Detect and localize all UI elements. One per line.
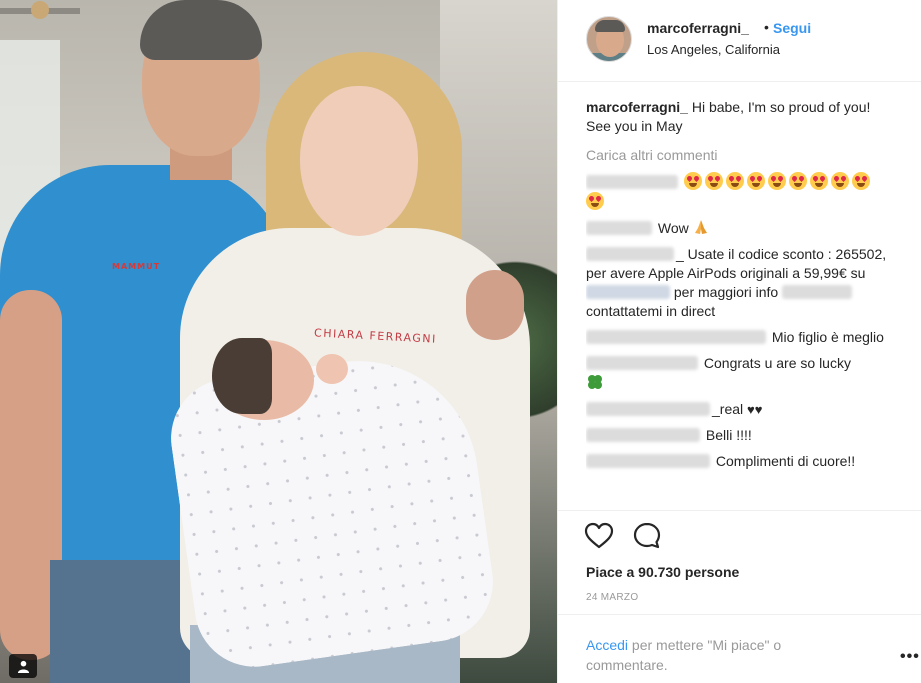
comment-username[interactable] (586, 402, 710, 416)
comments-list[interactable]: marcoferragni_ Hi babe, I'm so proud of … (586, 98, 896, 510)
post-actions: Piace a 90.730 persone 24 MARZO (558, 510, 921, 613)
blurred-text (782, 285, 853, 299)
shirt-logo: MAMMUT (112, 262, 161, 271)
comment-item: Mio figlio è meglio (586, 328, 896, 347)
comment-text: _real (712, 401, 744, 417)
heart-eyes-emoji-icon (683, 172, 702, 190)
heart-eyes-emoji-icon (788, 172, 807, 190)
baby-hair (212, 338, 272, 414)
avatar-hair (595, 20, 625, 32)
header-separator: • (764, 19, 769, 35)
comment-username[interactable] (586, 175, 678, 189)
post-sidebar: marcoferragni_ • Segui Los Angeles, Cali… (557, 0, 921, 683)
heart-outline-icon[interactable] (584, 521, 614, 551)
person-icon (17, 660, 29, 673)
comment-username[interactable] (586, 356, 698, 370)
blurred-mention[interactable] (586, 285, 670, 299)
comment-text-continued: per maggiori info (673, 284, 779, 300)
comment-item: _ Usate il codice sconto : 265502, per a… (586, 245, 896, 321)
comment-username[interactable] (586, 330, 766, 344)
heart-eyes-emoji-icon (746, 172, 765, 190)
follow-button[interactable]: Segui (773, 20, 811, 36)
comment-text-end: contattatemi in direct (586, 303, 716, 319)
heart-eyes-emoji-icon (830, 172, 849, 190)
user-tag-button[interactable] (9, 654, 37, 678)
comment-text: Wow (657, 220, 689, 236)
lamp-fixture (0, 1, 80, 19)
location-link[interactable]: Los Angeles, California (647, 42, 780, 57)
man-jeans (50, 560, 200, 683)
comment-item: Wow (586, 219, 896, 238)
avatar[interactable] (586, 16, 632, 62)
comment-item: _real ♥♥ (586, 400, 896, 419)
comment-text: Congrats u are so lucky (703, 355, 851, 371)
load-more-comments-button[interactable]: Carica altri commenti (586, 146, 896, 165)
woman-face (300, 86, 418, 236)
post-header: marcoferragni_ • Segui Los Angeles, Cali… (558, 0, 921, 82)
comment-text: Belli !!!! (705, 427, 752, 443)
heart-eyes-emoji-icon (767, 172, 786, 190)
comment-username[interactable] (586, 428, 700, 442)
speech-bubble-icon[interactable] (632, 521, 662, 551)
black-hearts-icon: ♥♥ (747, 402, 763, 417)
baby-hand (316, 354, 348, 384)
comment-username[interactable] (586, 247, 674, 261)
man-hand (466, 270, 524, 340)
caption-username[interactable]: marcoferragni_ (586, 99, 688, 115)
four-leaf-clover-icon (588, 375, 602, 389)
heart-eyes-emoji-icon (851, 172, 870, 190)
likes-count[interactable]: Piace a 90.730 persone (586, 564, 739, 580)
comment-item (586, 172, 896, 212)
comment-username[interactable] (586, 454, 710, 468)
comment-item: Belli !!!! (586, 426, 896, 445)
comment-text: Complimenti di cuore!! (715, 453, 856, 469)
heart-eyes-emoji-icon (704, 172, 723, 190)
heart-eyes-emoji-icon (586, 192, 604, 210)
caption: marcoferragni_ Hi babe, I'm so proud of … (586, 98, 896, 136)
post-date[interactable]: 24 MARZO (586, 592, 638, 603)
heart-eyes-emoji-icon (725, 172, 744, 190)
praying-hands-icon (694, 220, 707, 234)
login-prompt: Accedi per mettere "Mi piace" o commenta… (558, 614, 921, 683)
post-photo[interactable]: MAMMUT CHIARA FERRAGNI (0, 0, 557, 683)
man-hair (140, 0, 262, 60)
comment-item: Congrats u are so lucky (586, 354, 896, 393)
heart-eyes-emoji-icon (809, 172, 828, 190)
login-text: Accedi per mettere "Mi piace" o commenta… (586, 635, 846, 675)
comment-item: Complimenti di cuore!! (586, 452, 896, 471)
comment-username[interactable] (586, 221, 652, 235)
comment-text: Mio figlio è meglio (771, 329, 884, 345)
header-username[interactable]: marcoferragni_ (647, 20, 749, 36)
login-link[interactable]: Accedi (586, 637, 628, 653)
more-options-icon[interactable]: ••• (900, 648, 920, 666)
